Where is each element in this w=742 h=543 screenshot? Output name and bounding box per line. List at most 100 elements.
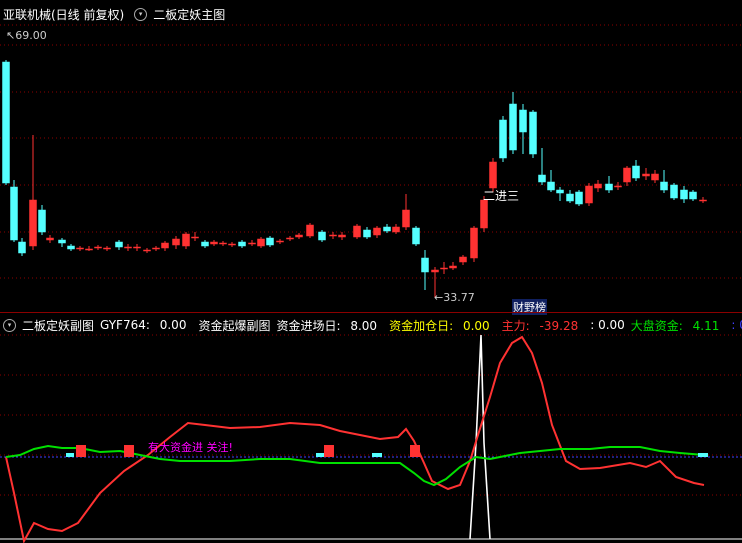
candle-body	[670, 184, 678, 199]
market-fund-item: 大盘资金: 4.11	[630, 318, 720, 333]
candle-body	[219, 242, 227, 245]
sub-header: ▾ 二板定妖副图 GYF764: 0.00 资金起爆副图 资金进场日: 8.00…	[0, 317, 742, 333]
last-value: : 0.00	[731, 318, 742, 332]
candle-body	[143, 249, 151, 252]
high-arrow-icon: ↖	[6, 29, 16, 42]
candle-body	[210, 241, 218, 245]
candle-body	[133, 246, 141, 249]
candle-body	[699, 199, 707, 202]
candle-body	[689, 191, 697, 200]
candle-body	[383, 226, 391, 232]
candle-body	[651, 173, 659, 181]
sub-chart-pane[interactable]: ▾ 二板定妖副图 GYF764: 0.00 资金起爆副图 资金进场日: 8.00…	[0, 313, 742, 543]
fund-flow-chart[interactable]	[0, 313, 742, 543]
candle-body	[680, 189, 688, 200]
candle-body	[161, 242, 169, 249]
candle-body	[547, 181, 555, 191]
candle-body	[440, 267, 448, 270]
candle-body	[632, 165, 640, 179]
candle-body	[642, 173, 650, 177]
candle-body	[449, 265, 457, 269]
candle-body	[103, 247, 111, 250]
main-chart-pane[interactable]: 亚联机械(日线 前复权) ▾ 二板定妖主图 ↖69.00 ←33.77 二进三 …	[0, 0, 742, 315]
candle-body	[58, 239, 66, 244]
candle-body	[295, 234, 303, 238]
candle-body	[38, 209, 46, 233]
candle-body	[363, 229, 371, 238]
candle-body	[402, 209, 410, 228]
candle-body	[18, 241, 26, 254]
candle-body	[585, 185, 593, 204]
main-force-line	[5, 335, 705, 543]
candle-body	[46, 237, 54, 241]
low-price-label: ←33.77	[434, 291, 475, 304]
candle-body	[257, 238, 265, 247]
spike-line	[469, 334, 491, 540]
indicator-toggle-icon[interactable]: ▾	[134, 7, 148, 21]
candle-body	[228, 243, 236, 246]
candle-body	[509, 103, 517, 151]
candle-body	[353, 225, 361, 238]
candle-body	[392, 226, 400, 233]
candle-body	[94, 246, 102, 249]
candle-body	[67, 245, 75, 250]
candle-body	[594, 183, 602, 189]
signal-marker	[124, 445, 134, 457]
burst-label: 资金起爆副图	[198, 318, 271, 333]
add-item: 资金加仓日: 0.00	[389, 318, 490, 333]
candle-body	[614, 185, 622, 188]
signal-marker	[76, 445, 86, 457]
candle-body	[480, 199, 488, 229]
candle-body	[115, 241, 123, 248]
low-arrow-icon: ←	[434, 291, 444, 304]
blank-value: : 0.00	[590, 318, 625, 332]
gyf-item: GYF764: 0.00	[100, 318, 187, 332]
candle-body	[575, 191, 583, 205]
candle-body	[85, 248, 93, 251]
signal-marker	[372, 453, 382, 457]
signal-marker	[316, 453, 324, 457]
candle-body	[421, 257, 429, 273]
candle-body	[172, 238, 180, 246]
high-price-label: ↖69.00	[6, 29, 47, 42]
candle-body	[201, 241, 209, 247]
candle-body	[566, 193, 574, 202]
main-indicator-name[interactable]: 二板定妖主图	[153, 6, 225, 23]
candle-body	[2, 61, 10, 184]
signal-marker	[698, 453, 708, 457]
candle-body	[266, 237, 274, 246]
candlestick-chart[interactable]	[0, 0, 742, 313]
stock-name: 亚联机械(日线 前复权)	[3, 7, 125, 22]
candle-body	[238, 241, 246, 247]
candle-body	[76, 247, 84, 250]
candle-body	[623, 167, 631, 183]
candle-body	[489, 161, 497, 189]
signal-marker	[410, 445, 420, 457]
candle-body	[248, 242, 256, 245]
sub-indicator-name[interactable]: 二板定妖副图	[22, 317, 94, 334]
candle-body	[412, 227, 420, 245]
signal-marker	[66, 453, 74, 457]
sub-indicator-toggle-icon[interactable]: ▾	[3, 318, 16, 332]
candle-body	[338, 234, 346, 238]
candle-body	[306, 224, 314, 237]
candle-body	[286, 237, 294, 240]
candle-body	[191, 236, 199, 239]
candle-body	[276, 240, 284, 243]
candle-body	[499, 119, 507, 159]
candle-body	[318, 231, 326, 241]
main-force-item: 主力: -39.28	[501, 318, 579, 333]
candle-body	[152, 247, 160, 250]
candle-body	[373, 227, 381, 236]
main-header: 亚联机械(日线 前复权) ▾ 二板定妖主图	[0, 6, 231, 22]
entry-item: 资金进场日: 8.00	[276, 318, 378, 333]
candle-body	[605, 183, 613, 191]
candle-body	[431, 269, 439, 273]
candle-body	[459, 256, 467, 263]
fund-annotation: 有大资金进 关注!	[148, 441, 233, 454]
candle-body	[538, 174, 546, 183]
candle-body	[470, 227, 478, 259]
candle-body	[329, 234, 337, 237]
market-fund-line	[5, 444, 705, 487]
candle-body	[124, 246, 132, 249]
